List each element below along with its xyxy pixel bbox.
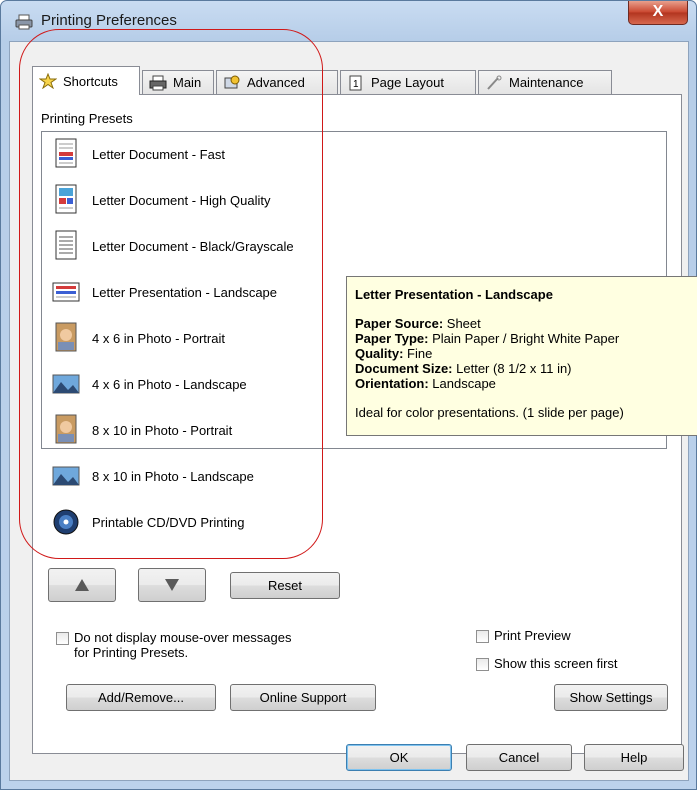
tooltip-row: Quality: Fine: [355, 346, 433, 361]
no-mouseover-checkbox[interactable]: Do not display mouse-over messages for Pr…: [56, 630, 292, 660]
preset-item[interactable]: Letter Document - Black/Grayscale: [52, 226, 294, 266]
wrench-icon: [487, 75, 502, 90]
tab-label: Page Layout: [371, 75, 445, 90]
window-title: Printing Preferences: [41, 12, 177, 29]
tab-maintenance[interactable]: Maintenance: [478, 70, 612, 94]
tab-label: Main: [173, 75, 202, 90]
show-settings-label: Show Settings: [569, 690, 653, 705]
tooltip-row: Paper Type: Plain Paper / Bright White P…: [355, 331, 620, 346]
tab-page-layout[interactable]: 1 Page Layout: [340, 70, 476, 94]
move-up-button[interactable]: [48, 568, 116, 602]
print-preview-label: Print Preview: [494, 628, 571, 643]
document-high-quality-icon: [55, 184, 77, 214]
photo-landscape-icon: [52, 374, 80, 394]
arrow-up-icon: [75, 579, 89, 591]
ok-button[interactable]: OK: [346, 744, 452, 771]
tab-shortcuts[interactable]: Shortcuts: [32, 66, 140, 95]
tooltip-row: Document Size: Letter (8 1/2 x 11 in): [355, 361, 572, 376]
document-fast-icon: [55, 138, 77, 168]
photo-landscape-icon: [52, 466, 80, 486]
preset-item[interactable]: Printable CD/DVD Printing: [52, 502, 244, 542]
add-remove-label: Add/Remove...: [98, 690, 184, 705]
add-remove-button[interactable]: Add/Remove...: [66, 684, 216, 711]
no-mouseover-label: Do not display mouse-over messages for Pr…: [74, 630, 292, 660]
tooltip-description: Ideal for color presentations. (1 slide …: [355, 405, 624, 420]
preset-label: Printable CD/DVD Printing: [92, 514, 245, 530]
cancel-label: Cancel: [498, 750, 540, 765]
advanced-icon: [224, 75, 240, 88]
preset-item[interactable]: 4 x 6 in Photo - Landscape: [52, 364, 247, 404]
preset-label: 8 x 10 in Photo - Landscape: [92, 468, 254, 484]
move-down-button[interactable]: [138, 568, 206, 602]
cancel-button[interactable]: Cancel: [466, 744, 572, 771]
help-button[interactable]: Help: [584, 744, 684, 771]
presentation-landscape-icon: [52, 282, 80, 302]
close-button[interactable]: X: [628, 1, 688, 25]
tab-label: Advanced: [247, 75, 305, 90]
preset-label: Letter Document - Fast: [92, 146, 225, 162]
preset-label: 4 x 6 in Photo - Portrait: [92, 330, 225, 346]
star-icon: [39, 73, 57, 89]
tooltip-row: Orientation: Landscape: [355, 376, 496, 391]
checkbox-box[interactable]: [476, 658, 489, 671]
printing-preferences-window: Printing Preferences X Shortcuts Main Ad…: [0, 0, 697, 790]
arrow-down-icon: [165, 579, 179, 591]
close-icon: X: [652, 3, 664, 20]
tooltip-row: Paper Source: Sheet: [355, 316, 481, 331]
print-preview-checkbox[interactable]: Print Preview: [476, 628, 571, 643]
document-grayscale-icon: [55, 230, 77, 260]
preset-item[interactable]: 8 x 10 in Photo - Portrait: [52, 410, 232, 450]
photo-portrait-icon: [55, 322, 77, 352]
title-bar[interactable]: Printing Preferences X: [1, 1, 696, 41]
preset-label: Letter Document - High Quality: [92, 192, 271, 208]
help-label: Help: [620, 750, 648, 765]
preset-item[interactable]: Letter Presentation - Landscape: [52, 272, 277, 312]
svg-text:1: 1: [353, 79, 359, 90]
preset-item[interactable]: Letter Document - High Quality: [52, 180, 270, 220]
preset-item[interactable]: 4 x 6 in Photo - Portrait: [52, 318, 225, 358]
preset-label: 8 x 10 in Photo - Portrait: [92, 422, 233, 438]
preset-label: Letter Document - Black/Grayscale: [92, 238, 294, 254]
tab-label: Shortcuts: [63, 73, 118, 89]
preset-label: Letter Presentation - Landscape: [92, 284, 278, 300]
photo-portrait-icon: [55, 414, 77, 444]
ok-label: OK: [389, 750, 409, 765]
cd-dvd-icon: [53, 509, 79, 535]
preset-tooltip: Letter Presentation - Landscape Paper So…: [346, 276, 697, 436]
presets-heading: Printing Presets: [41, 111, 133, 126]
preset-item[interactable]: Letter Document - Fast: [52, 134, 225, 174]
reset-button[interactable]: Reset: [230, 572, 340, 599]
printer-icon: [149, 75, 167, 90]
preset-item[interactable]: 8 x 10 in Photo - Landscape: [52, 456, 254, 496]
page-layout-icon: 1: [349, 75, 362, 90]
tab-advanced[interactable]: Advanced: [216, 70, 338, 94]
checkbox-box[interactable]: [476, 630, 489, 643]
preset-label: 4 x 6 in Photo - Landscape: [92, 376, 247, 392]
printer-icon: [15, 14, 33, 30]
tab-label: Maintenance: [509, 75, 584, 90]
checkbox-box[interactable]: [56, 632, 69, 645]
online-support-button[interactable]: Online Support: [230, 684, 376, 711]
tab-main[interactable]: Main: [142, 70, 214, 94]
show-first-label: Show this screen first: [494, 656, 618, 671]
show-settings-button[interactable]: Show Settings: [554, 684, 668, 711]
online-support-label: Online Support: [259, 690, 347, 705]
show-first-checkbox[interactable]: Show this screen first: [476, 656, 618, 671]
tooltip-title: Letter Presentation - Landscape: [355, 287, 553, 302]
reset-label: Reset: [268, 578, 302, 593]
